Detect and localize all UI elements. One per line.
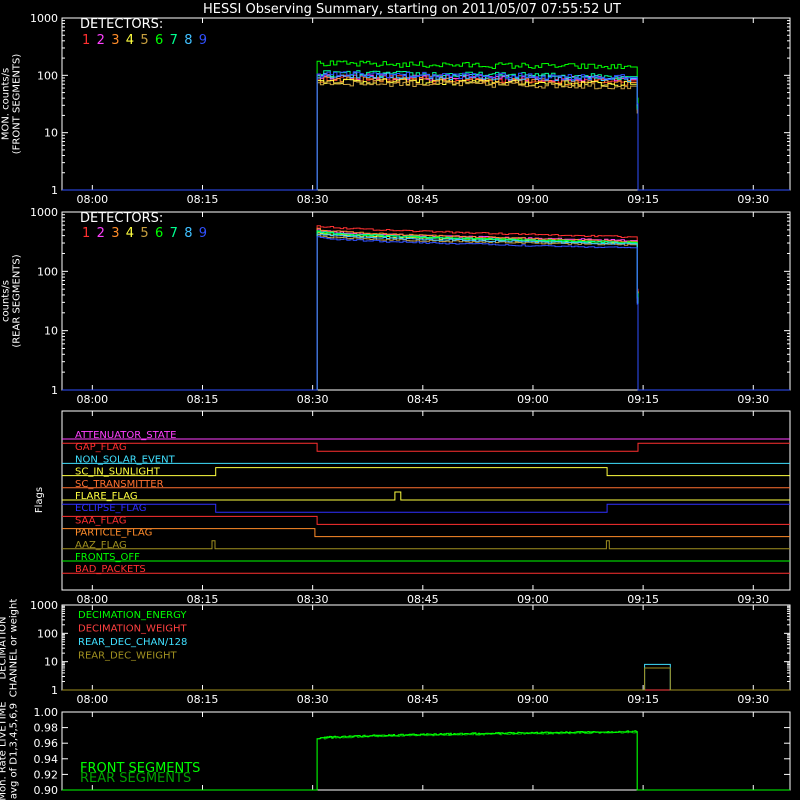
decimation-legend-decimation-weight: DECIMATION_WEIGHT: [78, 624, 187, 635]
front-legend-detector-7: 7: [170, 33, 178, 48]
front-xtick-label: 09:15: [627, 193, 659, 206]
decimation-ytick-label: 10: [44, 656, 58, 669]
front-xtick-label: 08:30: [297, 193, 329, 206]
flags-xtick-label: 09:15: [627, 593, 659, 606]
rear-xtick-label: 09:15: [627, 393, 659, 406]
livetime-ylabel-line2: avg of D1,3,4,5,6,9: [9, 703, 20, 799]
rear-legend-detector-7: 7: [170, 226, 178, 241]
front-xtick-label: 09:00: [517, 193, 549, 206]
decimation-xtick-label: 08:45: [407, 693, 439, 706]
livetime-ytick-label: 0.96: [34, 737, 59, 750]
rear-xtick-label: 09:30: [737, 393, 769, 406]
livetime-ytick-label: 1.00: [34, 706, 59, 719]
decimation-ylabel-line2: CHANNEL or weight: [9, 599, 20, 698]
livetime-ytick-label: 0.92: [34, 768, 59, 781]
rear-ytick-label: 1000: [30, 206, 58, 219]
front-xtick-label: 08:45: [407, 193, 439, 206]
front-legend-detector-4: 4: [126, 33, 134, 48]
rear-xtick-label: 08:45: [407, 393, 439, 406]
flags-ylabel: Flags: [34, 487, 45, 513]
figure-title: HESSI Observing Summary, starting on 201…: [203, 2, 621, 17]
flag-label-saa-flag: SAA_FLAG: [75, 515, 126, 526]
decimation-ytick-label: 1: [51, 684, 58, 697]
front-xtick-label: 08:15: [187, 193, 219, 206]
flags-xtick-label: 08:45: [407, 593, 439, 606]
rear-ytick-label: 1: [51, 384, 58, 397]
front-legend-detector-8: 8: [184, 33, 192, 48]
flag-label-particle-flag: PARTICLE_FLAG: [75, 528, 152, 539]
rear-xtick-label: 09:00: [517, 393, 549, 406]
front-ytick-label: 10: [44, 127, 58, 140]
livetime-legend-rear: REAR SEGMENTS: [80, 771, 191, 786]
decimation-xtick-label: 09:30: [737, 693, 769, 706]
rear-legend-detector-3: 3: [111, 226, 119, 241]
front-legend-detector-3: 3: [111, 33, 119, 48]
flags-xtick-label: 08:15: [187, 593, 219, 606]
rear-legend-detector-5: 5: [140, 226, 148, 241]
livetime-ytick-label: 0.94: [34, 753, 59, 766]
decimation-ytick-label: 1000: [30, 599, 58, 612]
rear-legend-detector-1: 1: [82, 226, 90, 241]
rear-ylabel-line2: (REAR SEGMENTS): [12, 254, 23, 347]
rear-legend-detector-2: 2: [97, 226, 105, 241]
front-legend-detector-6: 6: [155, 33, 163, 48]
front-ylabel-line1: MON. counts/s: [1, 68, 12, 140]
flags-xtick-label: 08:30: [297, 593, 329, 606]
rear-xtick-label: 08:00: [76, 393, 108, 406]
rear-legend-detector-8: 8: [184, 226, 192, 241]
livetime-ytick-label: 0.98: [34, 722, 59, 735]
flag-label-eclipse-flag: ECLIPSE_FLAG: [75, 503, 146, 514]
front-legend-detector-9: 9: [199, 33, 207, 48]
front-legend-detector-2: 2: [97, 33, 105, 48]
front-ytick-label: 1000: [30, 12, 58, 25]
flags-xtick-label: 09:00: [517, 593, 549, 606]
rear-xtick-label: 08:30: [297, 393, 329, 406]
decimation-ylabel-line1: DECIMATION: [0, 616, 9, 679]
decimation-xtick-label: 09:15: [627, 693, 659, 706]
decimation-xtick-label: 08:00: [76, 693, 108, 706]
livetime-ylabel-line1: Mon. Rate LIVETIME: [0, 701, 9, 800]
rear-ytick-label: 100: [37, 265, 58, 278]
flag-label-gap-flag: GAP_FLAG: [75, 442, 127, 453]
flags-xtick-label: 08:00: [76, 593, 108, 606]
observing-summary-figure: HESSI Observing Summary, starting on 201…: [0, 0, 800, 800]
front-legend-detector-1: 1: [82, 33, 90, 48]
rear-legend-detector-6: 6: [155, 226, 163, 241]
livetime-ytick-label: 0.90: [34, 784, 59, 797]
flags-xtick-label: 09:30: [737, 593, 769, 606]
front-ylabel-line2: (FRONT SEGMENTS): [12, 54, 23, 155]
figure-background: [0, 0, 800, 800]
rear-legend-detector-4: 4: [126, 226, 134, 241]
rear-ytick-label: 10: [44, 325, 58, 338]
decimation-legend-rear-dec-weight: REAR_DEC_WEIGHT: [78, 651, 177, 662]
decimation-xtick-label: 08:30: [297, 693, 329, 706]
front-legend-detector-5: 5: [140, 33, 148, 48]
front-xtick-label: 09:30: [737, 193, 769, 206]
decimation-ytick-label: 100: [37, 627, 58, 640]
decimation-xtick-label: 08:15: [187, 693, 219, 706]
decimation-legend-decimation-energy: DECIMATION_ENERGY: [78, 610, 187, 621]
front-ytick-label: 1: [51, 184, 58, 197]
decimation-xtick-label: 09:00: [517, 693, 549, 706]
front-xtick-label: 08:00: [76, 193, 108, 206]
decimation-legend-rear-dec-chan-128: REAR_DEC_CHAN/128: [78, 637, 187, 648]
rear-legend-detector-9: 9: [199, 226, 207, 241]
rear-xtick-label: 08:15: [187, 393, 219, 406]
front-ytick-label: 100: [37, 69, 58, 82]
rear-ylabel-line1: counts/s: [1, 280, 12, 322]
